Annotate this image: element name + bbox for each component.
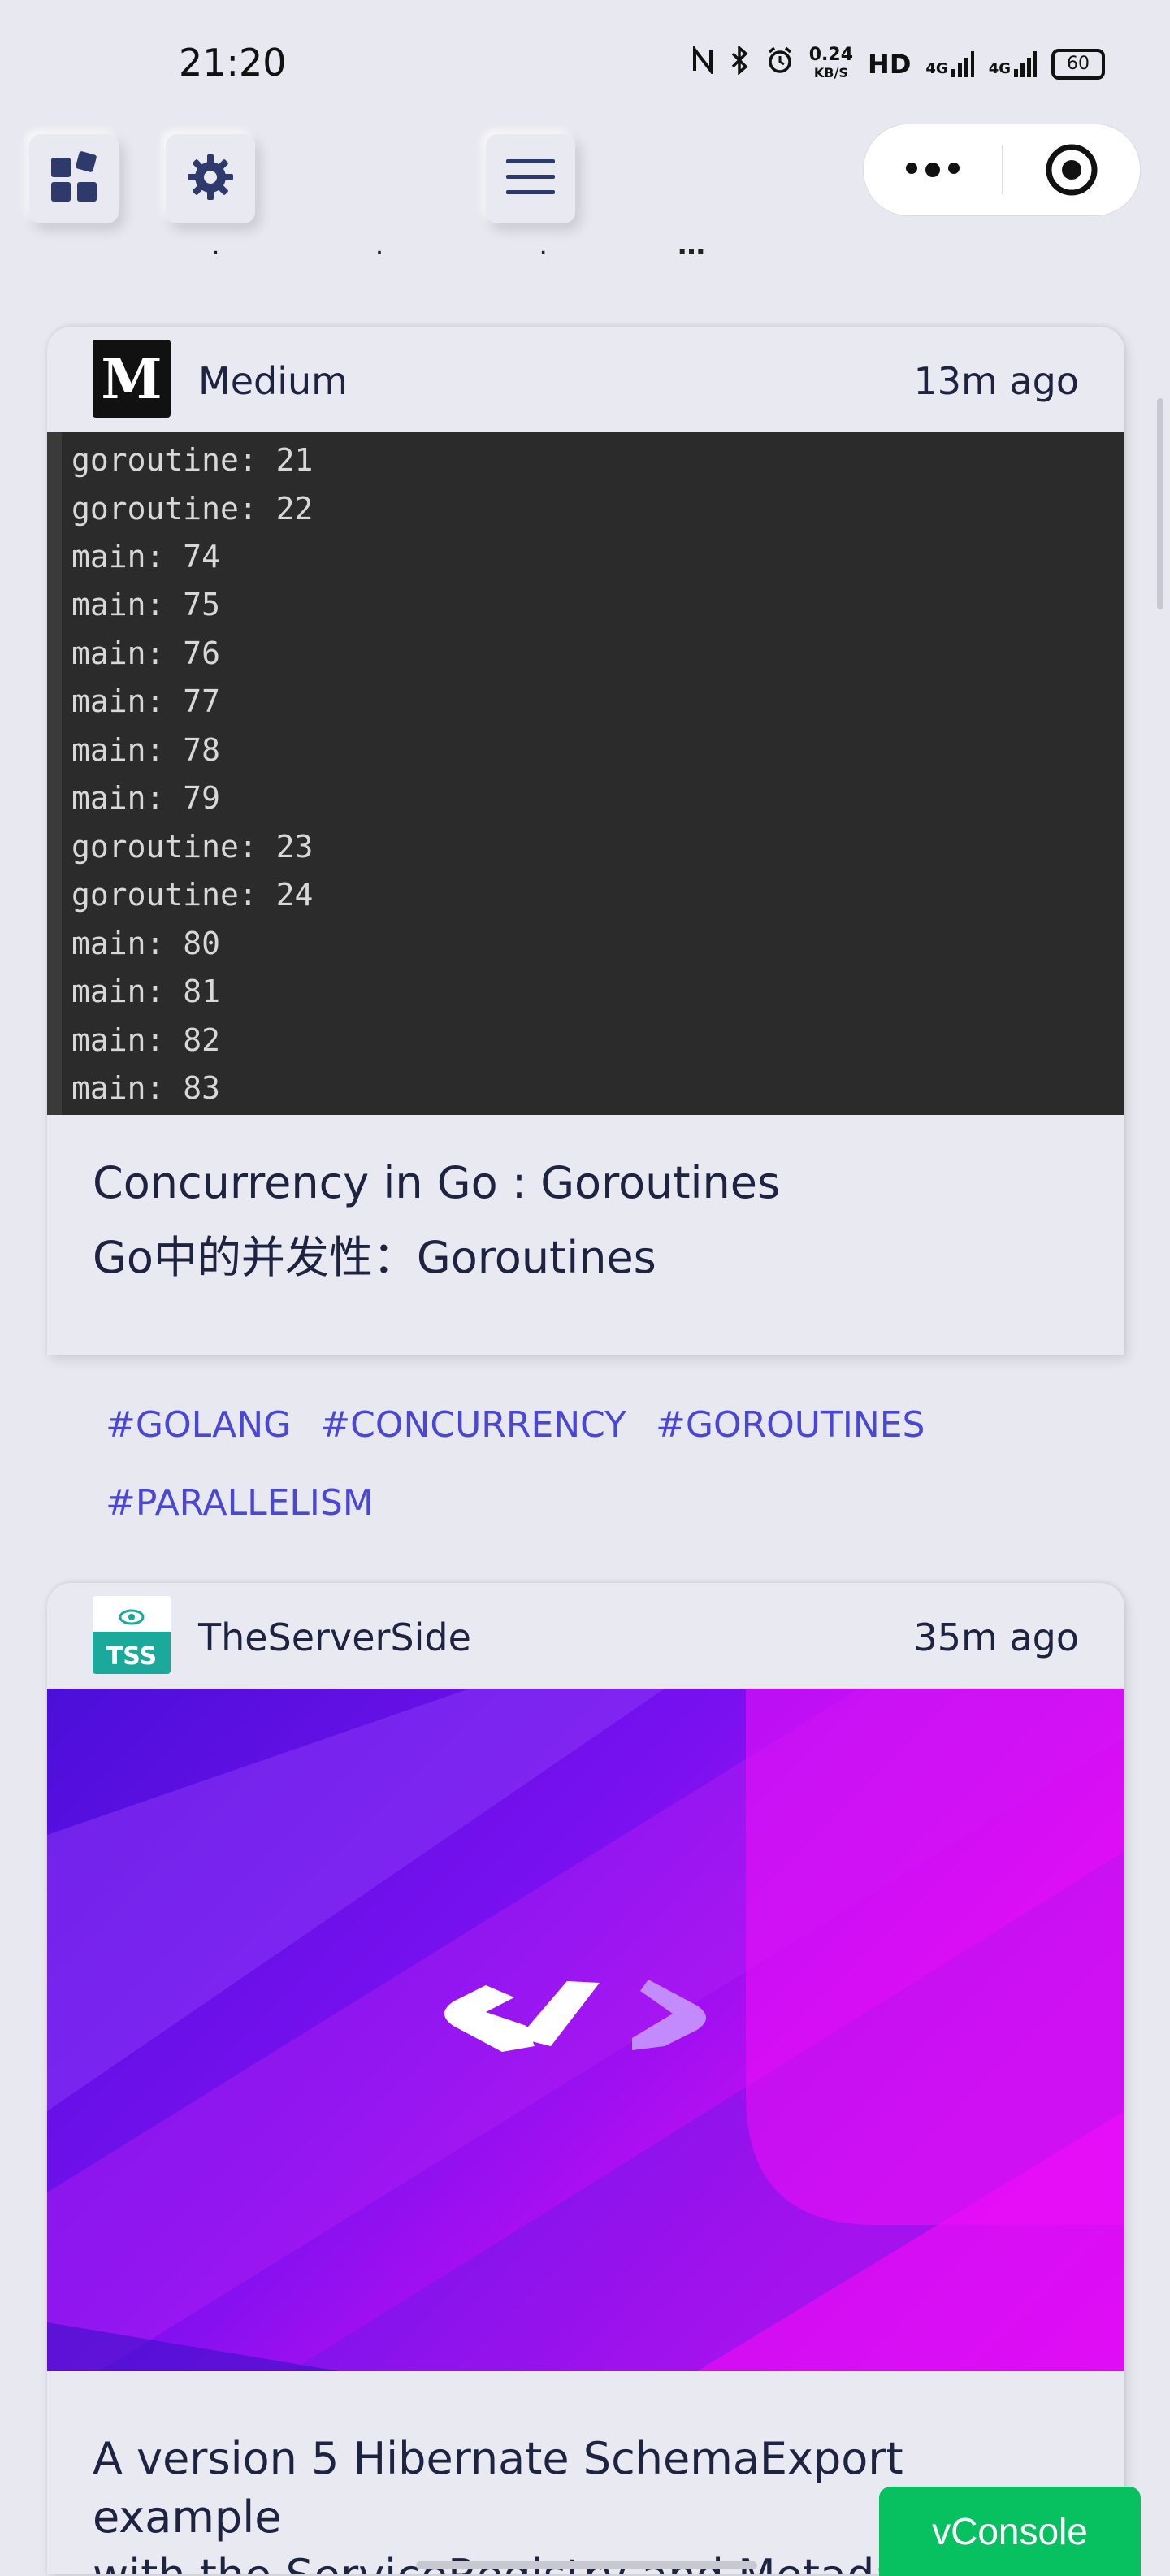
network-type-2: 4G: [988, 59, 1011, 77]
tag[interactable]: #CONCURRENCY: [320, 1394, 626, 1457]
code-line: main: 82: [72, 1022, 221, 1058]
nfc-icon: [691, 45, 715, 81]
signal-icon: 4G: [925, 50, 974, 77]
code-gutter: [47, 432, 62, 1115]
cut-off-text: . . . . . …: [211, 241, 705, 265]
svg-text:M: M: [101, 347, 162, 412]
theserverside-logo-icon: TSS: [93, 1596, 171, 1674]
network-speed: 0.24 KB/S: [809, 46, 853, 82]
feed-card[interactable]: M Medium 13m ago goroutine: 21 goroutine…: [47, 327, 1124, 1355]
article-title-en: Concurrency in Go : Goroutines: [93, 1157, 781, 1208]
battery-level: 60: [1067, 54, 1090, 74]
tag[interactable]: #GOROUTINES: [656, 1394, 925, 1457]
source-name: TheServerSide: [198, 1615, 471, 1659]
vconsole-button[interactable]: vConsole: [879, 2487, 1141, 2576]
code-line: main: 77: [72, 683, 221, 719]
home-indicator[interactable]: [416, 2561, 757, 2569]
tag[interactable]: #GOLANG: [106, 1394, 291, 1457]
card-header: M Medium 13m ago: [47, 327, 1124, 432]
status-time: 21:20: [179, 41, 287, 85]
dashboard-button[interactable]: [29, 134, 119, 223]
card-header: TSS TheServerSide 35m ago: [47, 1583, 1124, 1689]
network-type-1: 4G: [925, 59, 948, 77]
code-line: main: 75: [72, 587, 221, 622]
feed-card[interactable]: TSS TheServerSide 35m ago A version 5 Hi…: [47, 1583, 1124, 2574]
code-line: goroutine: 21: [72, 442, 314, 478]
tss-logo-text: TSS: [106, 1642, 157, 1671]
dashboard-icon: [48, 151, 100, 206]
code-line: main: 79: [72, 780, 221, 816]
gear-icon: [184, 151, 236, 206]
status-bar: 21:20 0.24 KB/S HD 4G 4G 60: [0, 0, 1170, 122]
post-time: 13m ago: [913, 359, 1080, 403]
bluetooth-icon: [730, 45, 751, 82]
network-speed-unit: KB/S: [813, 64, 848, 80]
article-title-zh: Go中的并发性：Goroutines: [93, 1232, 656, 1283]
menu-button[interactable]: [486, 134, 575, 223]
source-name: Medium: [198, 359, 348, 403]
tag-list: #GOLANG #CONCURRENCY #GOROUTINES #PARALL…: [106, 1394, 1081, 1535]
code-line: main: 74: [72, 539, 221, 575]
signal-icon-2: 4G: [988, 50, 1037, 77]
code-line: main: 80: [72, 926, 221, 961]
more-icon[interactable]: [864, 163, 1002, 177]
code-line: main: 81: [72, 974, 221, 1009]
code-line: main: 76: [72, 635, 221, 671]
miniprogram-capsule: [863, 124, 1141, 216]
alarm-icon: [765, 46, 795, 82]
article-image[interactable]: goroutine: 21 goroutine: 22 main: 74 mai…: [47, 432, 1124, 1115]
menu-icon: [505, 156, 557, 202]
settings-button[interactable]: [166, 134, 255, 223]
code-line: main: 78: [72, 732, 221, 768]
post-time: 35m ago: [913, 1615, 1080, 1659]
article-image[interactable]: [47, 1689, 1124, 2371]
battery-icon: 60: [1051, 48, 1105, 80]
status-icons: 0.24 KB/S HD 4G 4G 60: [691, 45, 1105, 82]
medium-logo-icon: M: [93, 340, 171, 418]
hd-indicator: HD: [868, 48, 912, 80]
close-capsule-icon[interactable]: [1003, 141, 1140, 198]
code-line: goroutine: 24: [72, 877, 314, 913]
code-line: main: 83: [72, 1070, 221, 1106]
network-speed-value: 0.24: [808, 44, 854, 65]
code-line: goroutine: 22: [72, 491, 314, 527]
tag[interactable]: #PARALLELISM: [106, 1472, 374, 1535]
page-scrollbar[interactable]: [1157, 398, 1164, 609]
article-title[interactable]: Concurrency in Go : Goroutines Go中的并发性：G…: [47, 1115, 1124, 1295]
code-line: goroutine: 23: [72, 829, 314, 865]
